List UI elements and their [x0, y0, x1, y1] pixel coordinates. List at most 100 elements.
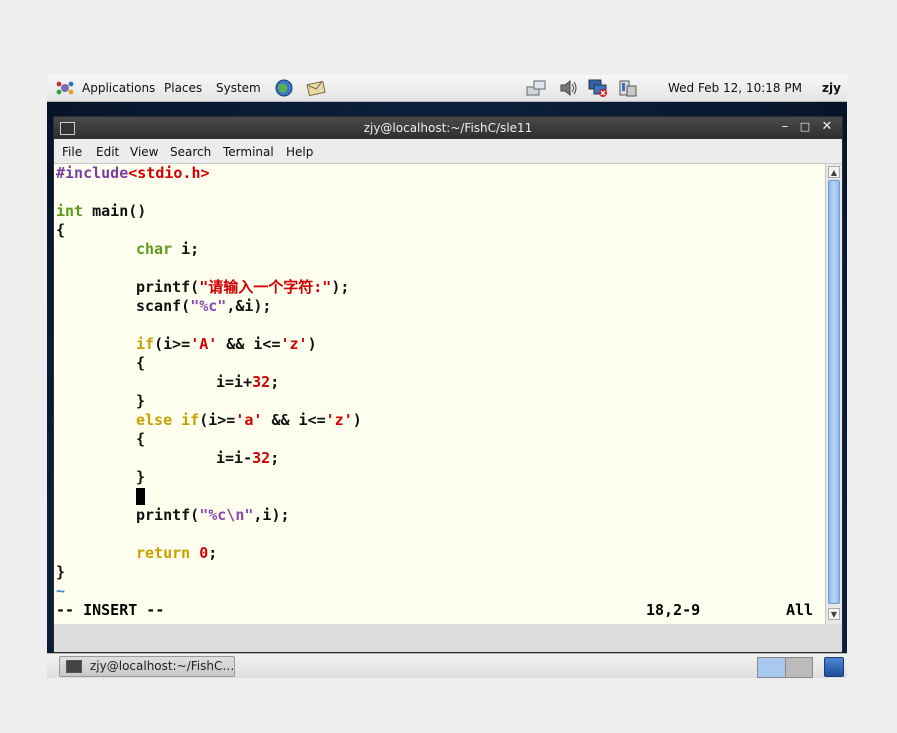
- code-token: && i<=: [217, 335, 281, 353]
- code-line: [136, 487, 145, 506]
- code-line: printf("请输入一个字符:");: [136, 278, 349, 297]
- menu-bar: File Edit View Search Terminal Help: [54, 139, 842, 164]
- code-line: i=i+32;: [216, 373, 279, 392]
- system-menu[interactable]: System: [216, 81, 261, 95]
- code-token: 0: [199, 544, 209, 562]
- code-token: ;: [270, 449, 280, 467]
- code-line: }: [56, 563, 65, 582]
- code-line: {: [56, 221, 65, 240]
- code-token: int: [56, 202, 84, 220]
- code-line: {: [136, 354, 145, 373]
- code-line: {: [136, 430, 145, 449]
- code-token: printf(: [136, 278, 200, 296]
- scroll-up-arrow[interactable]: ▲: [828, 166, 840, 178]
- code-token: ;: [270, 373, 280, 391]
- places-menu[interactable]: Places: [164, 81, 202, 95]
- window-title: zjy@localhost:~/FishC/sle11: [363, 121, 533, 135]
- vim-editor[interactable]: #include<stdio.h> int main() { char i; p…: [54, 164, 825, 624]
- code-token: (i>=: [154, 335, 191, 353]
- menu-file[interactable]: File: [62, 145, 82, 159]
- code-token: && i<=: [262, 411, 326, 429]
- vim-status-line: -- INSERT -- 18,2-9 All: [56, 601, 825, 620]
- code-line: }: [136, 468, 145, 487]
- menu-view[interactable]: View: [130, 145, 158, 159]
- taskbar-terminal-button[interactable]: zjy@localhost:~/FishC…: [59, 656, 235, 677]
- menu-search[interactable]: Search: [170, 145, 211, 159]
- scrollbar-thumb[interactable]: [828, 180, 840, 604]
- code-token: return: [136, 544, 191, 562]
- code-token: ,i);: [253, 506, 290, 524]
- cursor-position: 18,2-9: [646, 601, 701, 619]
- code-token: 32: [252, 449, 271, 467]
- window-titlebar[interactable]: zjy@localhost:~/FishC/sle11 – □ ✕: [54, 117, 842, 139]
- bottom-panel: zjy@localhost:~/FishC…: [47, 653, 847, 678]
- scroll-indicator: All: [786, 601, 814, 619]
- update-notifier-icon[interactable]: [618, 79, 638, 97]
- code-token: {: [136, 354, 146, 372]
- code-token: ,&i);: [226, 297, 272, 315]
- code-line: #include<stdio.h>: [56, 164, 210, 183]
- scroll-down-arrow[interactable]: ▼: [828, 608, 840, 620]
- code-token: "%c\n": [199, 506, 254, 524]
- code-token: i;: [172, 240, 200, 258]
- code-token: {: [136, 430, 146, 448]
- gnome-foot-icon[interactable]: [55, 79, 75, 97]
- vertical-scrollbar[interactable]: ▲ ▼: [825, 164, 842, 624]
- trash-icon[interactable]: [824, 657, 844, 677]
- code-line: else if(i>='a' && i<='z'): [136, 411, 362, 430]
- code-line: int main(): [56, 202, 146, 221]
- code-token: main(): [83, 202, 147, 220]
- web-browser-icon[interactable]: [274, 79, 294, 97]
- code-token: "请输入一个字符:": [199, 278, 332, 296]
- terminal-window: zjy@localhost:~/FishC/sle11 – □ ✕ File E…: [53, 116, 843, 653]
- code-token: #include: [56, 164, 129, 182]
- network-icon[interactable]: [526, 79, 546, 97]
- code-token: }: [136, 468, 146, 486]
- text-cursor: [136, 488, 145, 505]
- close-button[interactable]: ✕: [819, 119, 835, 134]
- code-token: 'a': [235, 411, 263, 429]
- code-token: else if: [136, 411, 200, 429]
- code-token: );: [331, 278, 350, 296]
- mode-indicator: -- INSERT --: [56, 601, 165, 619]
- code-token: 32: [252, 373, 271, 391]
- menu-help[interactable]: Help: [286, 145, 313, 159]
- code-token: i=i-: [216, 449, 253, 467]
- volume-icon[interactable]: [559, 79, 579, 97]
- clock[interactable]: Wed Feb 12, 10:18 PM: [668, 81, 802, 95]
- code-token: <stdio.h>: [128, 164, 210, 182]
- code-token: 'A': [190, 335, 218, 353]
- minimize-button[interactable]: –: [777, 119, 793, 134]
- code-token: 'z': [280, 335, 308, 353]
- user-name[interactable]: zjy: [822, 81, 841, 95]
- code-line: printf("%c\n",i);: [136, 506, 290, 525]
- menu-terminal[interactable]: Terminal: [223, 145, 274, 159]
- workspace-switcher[interactable]: [757, 657, 813, 678]
- code-line: return 0;: [136, 544, 217, 563]
- maximize-button[interactable]: □: [797, 120, 813, 133]
- taskbar-label: zjy@localhost:~/FishC…: [90, 659, 235, 673]
- code-token: ): [307, 335, 317, 353]
- empty-line-marker: ~: [56, 582, 66, 600]
- code-token: {: [56, 221, 66, 239]
- window-bottom: [54, 624, 842, 652]
- code-token: "%c": [190, 297, 227, 315]
- code-token: }: [136, 392, 146, 410]
- code-token: }: [56, 563, 66, 581]
- code-token: if: [136, 335, 155, 353]
- code-line: scanf("%c",&i);: [136, 297, 271, 316]
- desktop: Applications Places System Wed Feb 12, 1…: [47, 75, 847, 678]
- code-token: ): [352, 411, 362, 429]
- code-line: if(i>='A' && i<='z'): [136, 335, 317, 354]
- code-line: }: [136, 392, 145, 411]
- network-disconnected-icon[interactable]: [588, 79, 608, 97]
- terminal-icon: [66, 660, 82, 673]
- code-line: i=i-32;: [216, 449, 279, 468]
- code-token: printf(: [136, 506, 200, 524]
- code-token: i=i+: [216, 373, 253, 391]
- mail-client-icon[interactable]: [306, 79, 326, 97]
- top-panel: Applications Places System Wed Feb 12, 1…: [47, 75, 847, 102]
- workspace-1[interactable]: [758, 658, 786, 677]
- applications-menu[interactable]: Applications: [82, 81, 155, 95]
- menu-edit[interactable]: Edit: [96, 145, 119, 159]
